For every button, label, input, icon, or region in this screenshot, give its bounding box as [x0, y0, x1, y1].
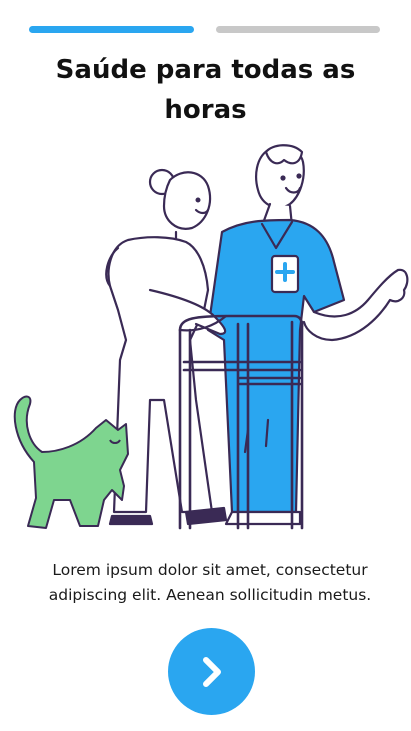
cat	[13, 395, 129, 529]
description-text: Lorem ipsum dolor sit amet, consectetur …	[48, 561, 372, 604]
progress-indicator	[29, 26, 380, 33]
progress-step-1	[29, 26, 194, 33]
progress-step-2	[215, 26, 380, 33]
chevron-right-icon	[202, 656, 221, 687]
nurse-illustration	[13, 144, 409, 530]
page-title: Saúde para todas as horas	[55, 55, 356, 125]
elderly-woman-figure	[105, 168, 228, 526]
next-button[interactable]	[168, 628, 255, 715]
